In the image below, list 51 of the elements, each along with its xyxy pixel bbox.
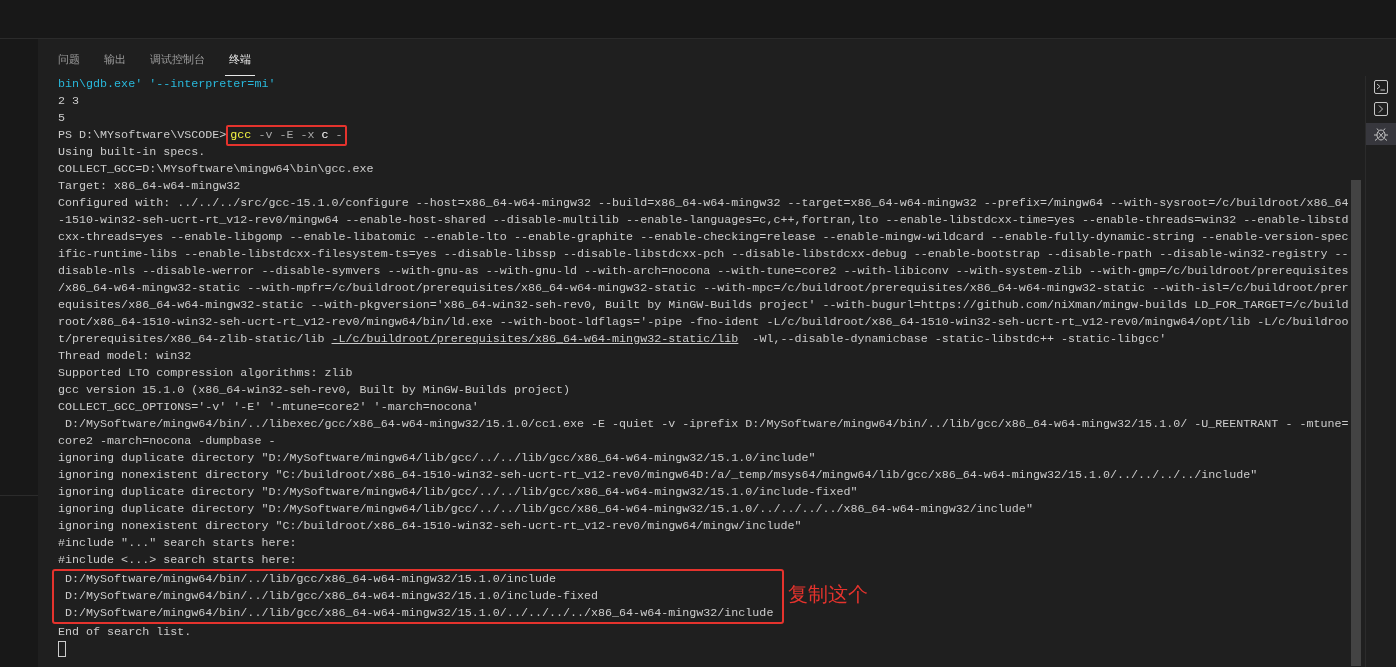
terminal-line: 5 [58, 110, 66, 127]
flag-text: -E [279, 128, 294, 142]
terminal-line: #include <...> search starts here: [58, 552, 298, 569]
panel-tab[interactable]: 问题 [54, 48, 84, 76]
terminal-icon[interactable] [1373, 79, 1389, 95]
terminal-line: D:/MySoftware/mingw64/bin/../libexec/gcc/x86_64-w64-mingw32/15.1.0/cc1.exe -E -quiet -v -iprefix D:/MySoftware/mingw64/bin/../lib/gcc/x86_64-w64-mingw32/15.1.0/ -U_REENTRANT - -mtune= [64, 416, 1350, 433]
terminal-line: Thread model: win32 [58, 348, 193, 365]
annotation-text: 复制这个 [788, 581, 868, 608]
terminal-line: COLLECT_GCC=D:\MYsoftware\mingw64\bin\gcc.exe [58, 161, 375, 178]
terminal-line: End of search list. [58, 624, 193, 641]
terminal-line: Configured with: ../../../src/gcc-15.1.0/configure --host=x86_64-w64-mingw32 --build=x86_64-w64-mingw32 --target=x86_64-w64-mingw32 --prefix=/mingw64 --with-sysroot=/c/buildroot/x86_64 [58, 195, 1350, 212]
terminal-line: /x86_64-w64-mingw32-static --with-mpfr=/c/buildroot/prerequisites/x86_64-w64-mingw32-static --with-mpc=/c/buildroot/prerequisites/x86_64-w64-mingw32-static --with-isl=/c/buildroot/prer [58, 280, 1350, 297]
terminal-line: ignoring nonexistent directory "C:/buildroot/x86_64-1510-win32-seh-ucrt-rt_v12-rev0/mingw64/mingw/include" [58, 518, 803, 535]
flag-text: -x [300, 128, 315, 142]
terminal-line: equisites/x86_64-w64-mingw32-static --with-pkgversion='x86_64-win32-seh-rev0, Built by MinGW-Builds project' --with-bugurl=https://github.com/niXman/mingw-builds LD_FOR_TARGET=/c/build [58, 297, 1350, 314]
terminal-line: ignoring nonexistent directory "C:/buildroot/x86_64-1510-win32-seh-ucrt-rt_v12-rev0/mingw64D:/a/_temp/msys64/mingw64/lib/gcc/x86_64-w64-mingw32/15.1.0/../../../../include" [58, 467, 1259, 484]
prompt-text: PS D:\MYsoftware\VSCODE> [58, 128, 227, 142]
scrollbar-thumb[interactable] [1351, 180, 1361, 666]
terminal-line: ignoring duplicate directory "D:/MySoftware/mingw64/lib/gcc/../../lib/gcc/x86_64-w64-mingw32/15.1.0/../../../../x86_64-w64-mingw32/include" [58, 501, 1034, 518]
debug-icon[interactable] [1373, 126, 1389, 142]
terminal-line: D:/MySoftware/mingw64/bin/../lib/gcc/x86_64-w64-mingw32/15.1.0/include [64, 571, 557, 588]
flag-text: -v [258, 128, 273, 142]
output-text: -Wl,--disable-dynamicbase -static-libstdc++ -static-libgcc' [751, 332, 1167, 346]
terminal-line: ignoring duplicate directory "D:/MySoftware/mingw64/lib/gcc/../../lib/gcc/x86_64-w64-mingw32/15.1.0/include-fixed" [58, 484, 859, 501]
terminal-line: ignoring duplicate directory "D:/MySoftware/mingw64/lib/gcc/../../lib/gcc/x86_64-w64-mingw32/15.1.0/include" [58, 450, 817, 467]
output-text: t/prerequisites/x86_64-zlib-static/lib [58, 332, 325, 346]
text-cursor [58, 641, 66, 657]
terminal-line: Using built-in specs. [58, 144, 207, 161]
terminal-line: cxx-threads=yes --enable-libgomp --enable-libatomic --enable-lto --enable-graphite --enable-checking=release --enable-mingw-wildcard --enable-fully-dynamic-string --enable-version-spec [58, 229, 1350, 246]
panel-tab[interactable]: 输出 [100, 48, 130, 76]
terminal-line: gcc version 15.1.0 (x86_64-win32-seh-rev0, Built by MinGW-Builds project) [58, 382, 571, 399]
terminal-line: D:/MySoftware/mingw64/bin/../lib/gcc/x86_64-w64-mingw32/15.1.0/../../../../x86_64-w64-mingw32/include [64, 605, 775, 622]
command-text: gcc [230, 128, 252, 142]
terminal-line: Supported LTO compression algorithms: zlib [58, 365, 354, 382]
link-text[interactable]: -L/c/buildroot/prerequisites/x86_64-w64-mingw32-static/lib [331, 332, 739, 346]
terminal-line: -1510-win32-seh-ucrt-rt_v12-rev0/mingw64 --enable-host-shared --disable-multilib --enable-languages=c,c++,fortran,lto --enable-libstdcxx-time=yes --enable-threads=win32 --enable-libstd [58, 212, 1350, 229]
flag-text: - [335, 128, 343, 142]
terminal-icon[interactable] [1373, 101, 1389, 117]
terminal-line: 2 3 [58, 93, 81, 110]
argument-text: c [321, 128, 329, 142]
panel-tab[interactable]: 调试控制台 [146, 48, 209, 76]
terminal-line: COLLECT_GCC_OPTIONS='-v' '-E' '-mtune=core2' '-march=nocona' [58, 399, 480, 416]
terminal-line: Target: x86_64-w64-mingw32 [58, 178, 242, 195]
terminal-line: disable-nls --disable-werror --disable-symvers --with-gnu-as --with-gnu-ld --with-arch=nocona --with-tune=core2 --with-libiconv --with-system-zlib --with-gmp=/c/buildroot/prerequisites [58, 263, 1350, 280]
terminal-line: root/x86_64-1510-win32-seh-ucrt-rt_v12-rev0/mingw64/bin/ld.exe --with-boot-ldflags='-pipe -fno-ident -L/c/buildroot/x86_64-1510-win32-seh-ucrt-rt_v12-rev0/mingw64/opt/lib -L/c/buildroo [58, 314, 1350, 331]
panel-tab[interactable]: 终端 [225, 48, 255, 76]
terminal-line: core2 -march=nocona -dumpbase - [58, 433, 277, 450]
terminal-line: ific-runtime-libs --enable-libstdcxx-filesystem-ts=yes --disable-libssp --disable-libstdcxx-pch --disable-libstdcxx-debug --enable-bootstrap --disable-rpath --disable-win32-registry -- [58, 246, 1350, 263]
terminal-line: D:/MySoftware/mingw64/bin/../lib/gcc/x86_64-w64-mingw32/15.1.0/include-fixed [64, 588, 600, 605]
terminal-line: bin\gdb.exe' '--interpreter=mi' [58, 76, 277, 93]
terminal-line: #include "..." search starts here: [58, 535, 298, 552]
